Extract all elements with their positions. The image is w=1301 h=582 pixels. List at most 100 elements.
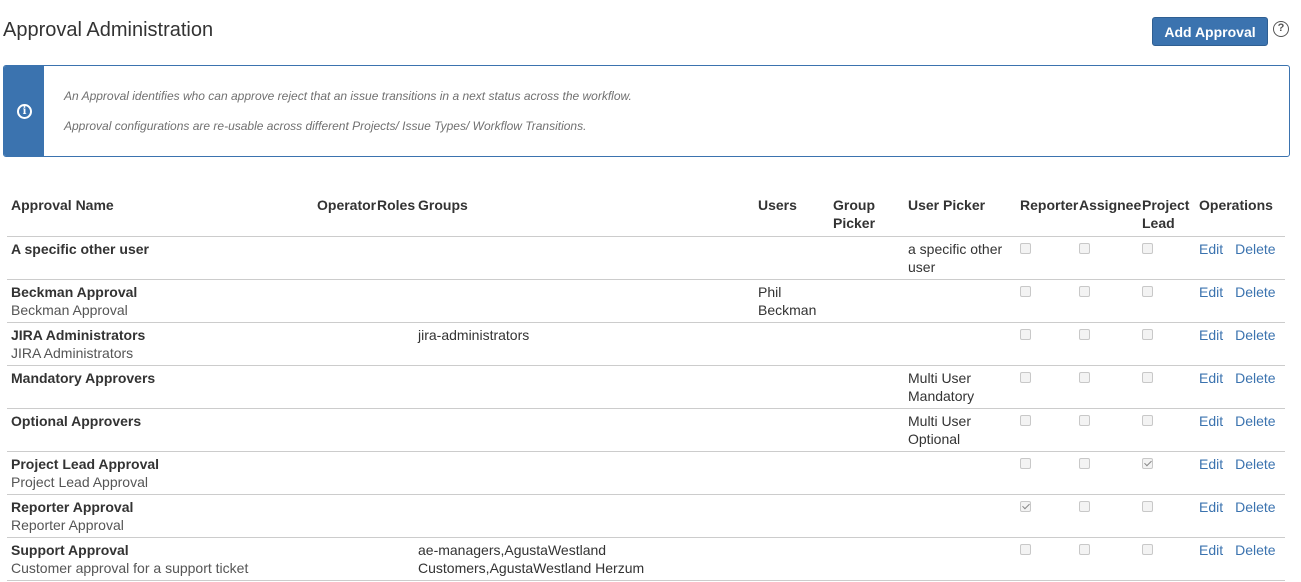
reporter-cell <box>1016 451 1075 495</box>
user-picker-cell <box>904 451 1016 495</box>
operations-cell: Edit Delete <box>1195 408 1285 452</box>
edit-link[interactable]: Edit <box>1199 241 1223 257</box>
table-header-row: Approval Name Operator Roles Groups User… <box>7 194 1285 237</box>
user-picker-cell: Multi User Optional <box>904 408 1016 452</box>
table-row: Project Lead Approval Project Lead Approv… <box>7 451 1285 495</box>
info-icon: i <box>17 104 32 119</box>
group-picker-cell <box>829 236 904 280</box>
info-stripe: i <box>4 66 44 156</box>
project-lead-checkbox <box>1142 243 1153 254</box>
project-lead-checkbox <box>1142 458 1153 469</box>
info-text-line-2: Approval configurations are re-usable ac… <box>64 119 587 133</box>
reporter-checkbox <box>1020 243 1031 254</box>
approval-name-cell: Support Approval Customer approval for a … <box>7 537 313 581</box>
approval-name: JIRA Administrators <box>11 327 146 343</box>
project-lead-cell <box>1138 451 1195 495</box>
user-picker-cell <box>904 279 1016 323</box>
assignee-checkbox <box>1079 415 1090 426</box>
project-lead-cell <box>1138 365 1195 409</box>
project-lead-cell <box>1138 494 1195 538</box>
delete-link[interactable]: Delete <box>1235 542 1275 558</box>
assignee-checkbox <box>1079 243 1090 254</box>
user-picker-cell: Multi User Mandatory <box>904 365 1016 409</box>
roles-cell <box>373 365 414 409</box>
table-row: Reporter Approval Reporter Approval Edit De… <box>7 494 1285 538</box>
users-cell <box>754 537 829 581</box>
operations-cell: Edit Delete <box>1195 322 1285 366</box>
add-approval-button[interactable]: Add Approval <box>1152 17 1268 46</box>
approval-name: Support Approval <box>11 542 129 558</box>
roles-cell <box>373 322 414 366</box>
users-cell <box>754 408 829 452</box>
help-icon[interactable]: ? <box>1273 21 1289 37</box>
delete-link[interactable]: Delete <box>1235 370 1275 386</box>
edit-link[interactable]: Edit <box>1199 542 1223 558</box>
group-picker-cell <box>829 322 904 366</box>
approval-name: Mandatory Approvers <box>11 370 156 386</box>
project-lead-cell <box>1138 322 1195 366</box>
project-lead-checkbox <box>1142 372 1153 383</box>
delete-link[interactable]: Delete <box>1235 499 1275 515</box>
reporter-cell <box>1016 236 1075 280</box>
groups-cell <box>414 494 754 538</box>
table-row: JIRA Administrators JIRA Administrators ji… <box>7 322 1285 366</box>
assignee-cell <box>1075 451 1138 495</box>
edit-link[interactable]: Edit <box>1199 327 1223 343</box>
delete-link[interactable]: Delete <box>1235 456 1275 472</box>
roles-cell <box>373 236 414 280</box>
approval-name-cell: Beckman Approval Beckman Approval <box>7 279 313 323</box>
groups-cell <box>414 365 754 409</box>
roles-cell <box>373 494 414 538</box>
reporter-cell <box>1016 279 1075 323</box>
user-picker-cell <box>904 494 1016 538</box>
group-picker-cell <box>829 279 904 323</box>
reporter-cell <box>1016 537 1075 581</box>
users-cell <box>754 236 829 280</box>
assignee-cell <box>1075 408 1138 452</box>
delete-link[interactable]: Delete <box>1235 413 1275 429</box>
delete-link[interactable]: Delete <box>1235 241 1275 257</box>
groups-cell: jira-administrators <box>414 322 754 366</box>
users-cell <box>754 494 829 538</box>
reporter-checkbox <box>1020 544 1031 555</box>
project-lead-cell <box>1138 279 1195 323</box>
edit-link[interactable]: Edit <box>1199 284 1223 300</box>
assignee-checkbox <box>1079 544 1090 555</box>
assignee-cell <box>1075 494 1138 538</box>
table-row: Beckman Approval Beckman Approval Phil Bec… <box>7 279 1285 323</box>
operations-cell: Edit Delete <box>1195 537 1285 581</box>
edit-link[interactable]: Edit <box>1199 456 1223 472</box>
edit-link[interactable]: Edit <box>1199 370 1223 386</box>
groups-cell <box>414 279 754 323</box>
roles-cell <box>373 408 414 452</box>
approval-name-cell: A specific other user <box>7 236 313 280</box>
operator-cell <box>313 279 373 323</box>
users-cell <box>754 365 829 409</box>
delete-link[interactable]: Delete <box>1235 327 1275 343</box>
reporter-checkbox <box>1020 329 1031 340</box>
operator-cell <box>313 408 373 452</box>
operations-cell: Edit Delete <box>1195 494 1285 538</box>
group-picker-cell <box>829 451 904 495</box>
operator-cell <box>313 451 373 495</box>
groups-cell: ae-managers,AgustaWestland Customers,Agu… <box>414 537 754 581</box>
reporter-cell <box>1016 408 1075 452</box>
project-lead-checkbox <box>1142 329 1153 340</box>
assignee-checkbox <box>1079 458 1090 469</box>
project-lead-cell <box>1138 408 1195 452</box>
table-row: A specific other user a specific other us… <box>7 236 1285 280</box>
groups-cell <box>414 451 754 495</box>
edit-link[interactable]: Edit <box>1199 413 1223 429</box>
group-picker-cell <box>829 408 904 452</box>
approval-name-cell: Reporter Approval Reporter Approval <box>7 494 313 538</box>
approval-name: Optional Approvers <box>11 413 142 429</box>
edit-link[interactable]: Edit <box>1199 499 1223 515</box>
info-message: i An Approval identifies who can approve… <box>3 65 1290 157</box>
column-header-reporter: Reporter <box>1016 194 1078 237</box>
operator-cell <box>313 365 373 409</box>
approval-description: Reporter Approval <box>11 517 124 533</box>
assignee-checkbox <box>1079 372 1090 383</box>
reporter-checkbox <box>1020 458 1031 469</box>
delete-link[interactable]: Delete <box>1235 284 1275 300</box>
operator-cell <box>313 322 373 366</box>
